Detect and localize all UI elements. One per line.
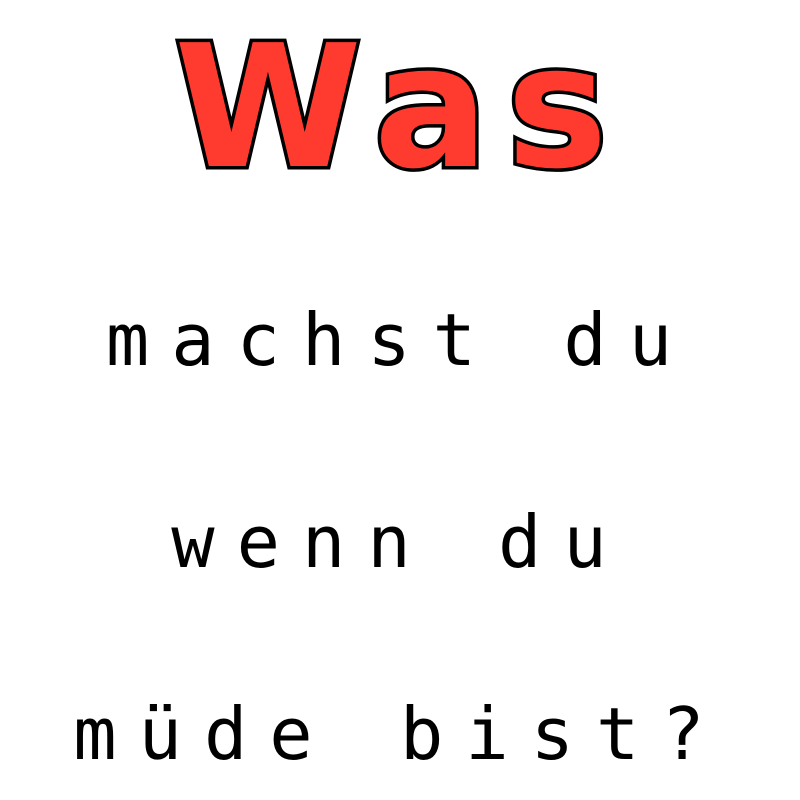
text-line-2: wenn du [171,500,629,584]
poster-canvas: Was machst du wenn du müde bist? [0,0,800,800]
text-line-1: machst du [105,298,695,382]
title-was: Was [171,6,626,211]
text-line-3: müde bist? [73,692,727,776]
